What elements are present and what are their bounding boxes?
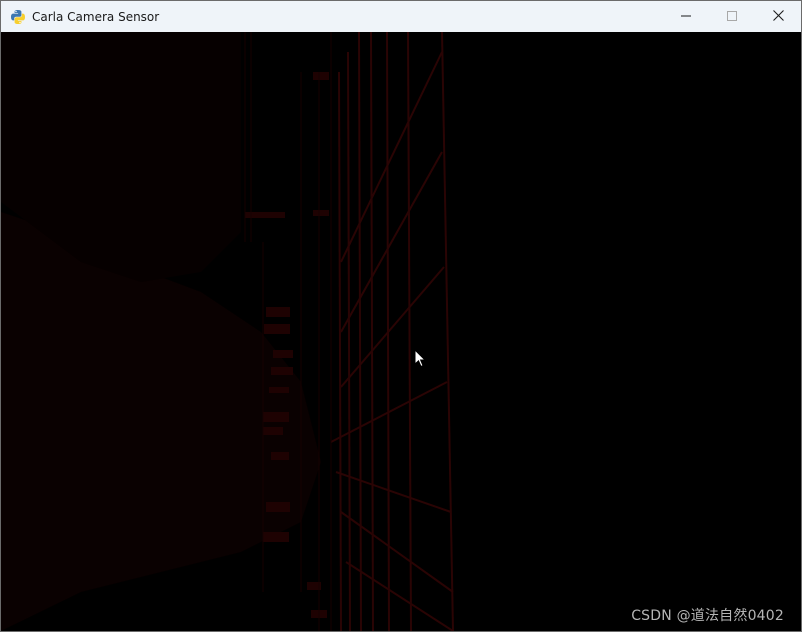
app-window: Carla Camera Sensor CSDN @道法自然0402: [0, 0, 802, 632]
maximize-icon: [727, 8, 737, 26]
title-bar[interactable]: Carla Camera Sensor: [1, 1, 801, 32]
window-title: Carla Camera Sensor: [32, 9, 160, 24]
minimize-button[interactable]: [663, 1, 709, 32]
camera-view[interactable]: CSDN @道法自然0402: [1, 32, 801, 631]
camera-frame: [1, 32, 801, 631]
mouse-pointer-icon: [414, 349, 426, 368]
minimize-icon: [681, 8, 691, 26]
maximize-button[interactable]: [709, 1, 755, 32]
close-icon: [772, 8, 784, 26]
window-controls: [663, 1, 801, 32]
python-icon: [10, 9, 26, 25]
close-button[interactable]: [755, 1, 801, 32]
watermark-text: CSDN @道法自然0402: [631, 608, 784, 624]
